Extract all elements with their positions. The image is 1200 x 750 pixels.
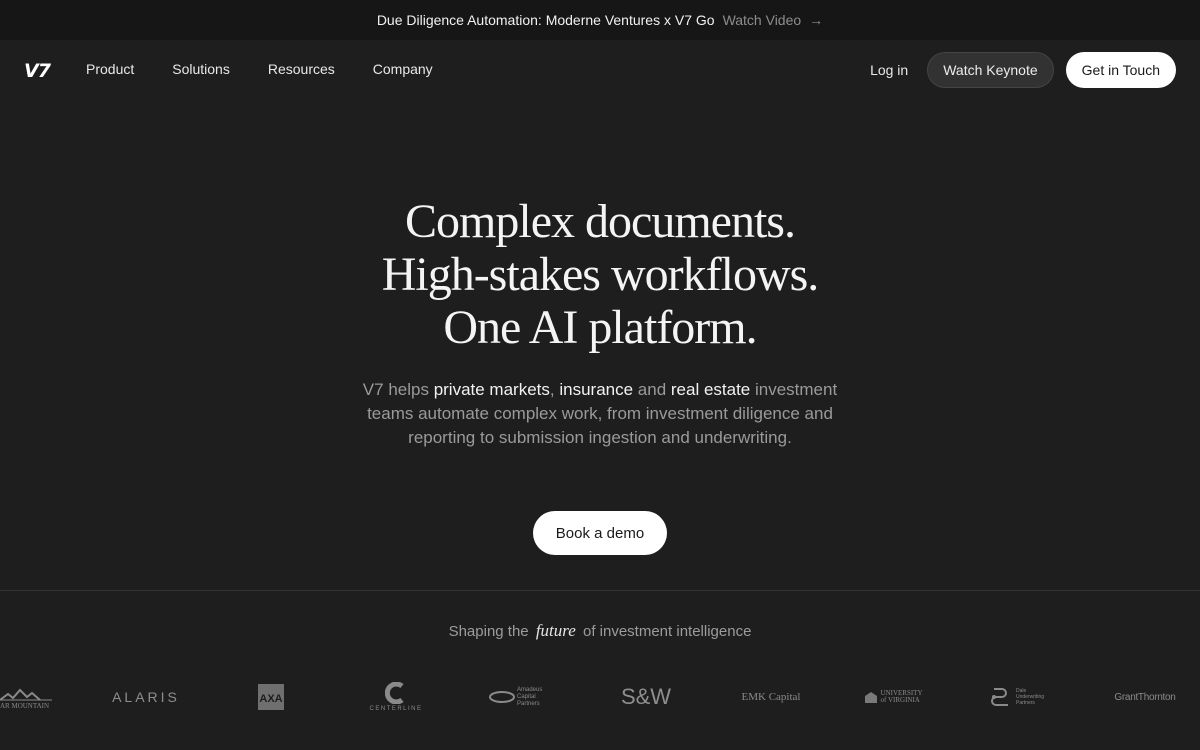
highlight-real-estate: real estate bbox=[670, 380, 751, 399]
watch-video-label: Watch Video bbox=[722, 12, 802, 28]
logo-amadeus: Amadeus Capital Partners bbox=[488, 672, 554, 722]
trust-heading: Shaping the future of investment intelli… bbox=[0, 621, 1200, 641]
trust-heading-post: of investment intelligence bbox=[582, 623, 752, 640]
trust-heading-future: future bbox=[535, 621, 576, 640]
main-nav: V7 Product Solutions Resources Company L… bbox=[0, 40, 1200, 100]
book-demo-button[interactable]: Book a demo bbox=[533, 511, 667, 555]
dale-icon bbox=[991, 688, 1008, 706]
hero-title-line-1: Complex documents. bbox=[405, 195, 796, 248]
logo-sw: S&W bbox=[620, 684, 672, 709]
centerline-icon bbox=[385, 682, 404, 704]
announcement-message: Due Diligence Automation: Moderne Ventur… bbox=[376, 12, 715, 28]
hero-title-line-3: One AI platform. bbox=[443, 301, 757, 354]
logo-ar-mountain: AR MOUNTAIN bbox=[0, 672, 54, 722]
hero-sub-text-2: , bbox=[549, 380, 560, 399]
logo-dale: Dale Underwriting Partners bbox=[988, 672, 1054, 722]
highlight-private-markets: private markets bbox=[433, 380, 550, 399]
hero-subtitle: V7 helps private markets, insurance and … bbox=[350, 378, 850, 450]
uva-label: UNIVERSITY of VIRGINIA bbox=[880, 689, 923, 704]
watch-video-link[interactable]: Watch Video → bbox=[723, 12, 824, 28]
rotunda-icon bbox=[864, 692, 877, 703]
logo-axa: AXA bbox=[256, 672, 286, 722]
logo-grant-thornton: GrantThornton bbox=[1114, 691, 1176, 703]
arrow-right-icon: → bbox=[809, 12, 824, 28]
get-in-touch-button[interactable]: Get in Touch bbox=[1065, 52, 1176, 88]
dale-label: Dale Underwriting Partners bbox=[1016, 688, 1045, 706]
nav-actions: Log in Watch Keynote Get in Touch bbox=[870, 52, 1176, 88]
centerline-label: CENTERLINE bbox=[369, 706, 423, 712]
nav-item-product[interactable]: Product bbox=[86, 61, 134, 77]
nav-item-solutions[interactable]: Solutions bbox=[172, 61, 230, 77]
hero-sub-text-1: V7 helps bbox=[362, 380, 434, 399]
axa-icon: AXA bbox=[258, 684, 284, 710]
nav-item-resources[interactable]: Resources bbox=[268, 61, 335, 77]
login-link[interactable]: Log in bbox=[870, 62, 908, 78]
amadeus-icon bbox=[489, 691, 515, 703]
nav-menu: Product Solutions Resources Company bbox=[86, 61, 471, 77]
svg-text:AXA: AXA bbox=[259, 693, 282, 705]
hero-sub-text-3: and bbox=[633, 380, 671, 399]
highlight-insurance: insurance bbox=[559, 380, 634, 399]
customer-logos: AR MOUNTAIN ALARIS AXA CENTERLINE Amadeu… bbox=[0, 672, 1200, 722]
amadeus-label: Amadeus Capital Partners bbox=[517, 686, 543, 707]
section-divider bbox=[0, 590, 1200, 591]
hero-title: Complex documents. High-stakes workflows… bbox=[0, 195, 1200, 354]
announcement-bar: Due Diligence Automation: Moderne Ventur… bbox=[0, 0, 1200, 40]
logo-alaris: ALARIS bbox=[112, 689, 180, 705]
logo-centerline: CENTERLINE bbox=[366, 672, 426, 722]
logo-uva: UNIVERSITY of VIRGINIA bbox=[862, 672, 930, 722]
hero-title-line-2: High-stakes workflows. bbox=[381, 248, 820, 301]
svg-text:AR MOUNTAIN: AR MOUNTAIN bbox=[0, 702, 49, 710]
nav-item-company[interactable]: Company bbox=[373, 61, 433, 77]
logo-emk-capital: EMK Capital bbox=[741, 691, 801, 703]
mountain-icon: AR MOUNTAIN bbox=[0, 688, 52, 710]
v7-logo[interactable]: V7 bbox=[24, 60, 51, 82]
trust-heading-pre: Shaping the bbox=[448, 623, 529, 640]
watch-keynote-button[interactable]: Watch Keynote bbox=[927, 52, 1054, 88]
